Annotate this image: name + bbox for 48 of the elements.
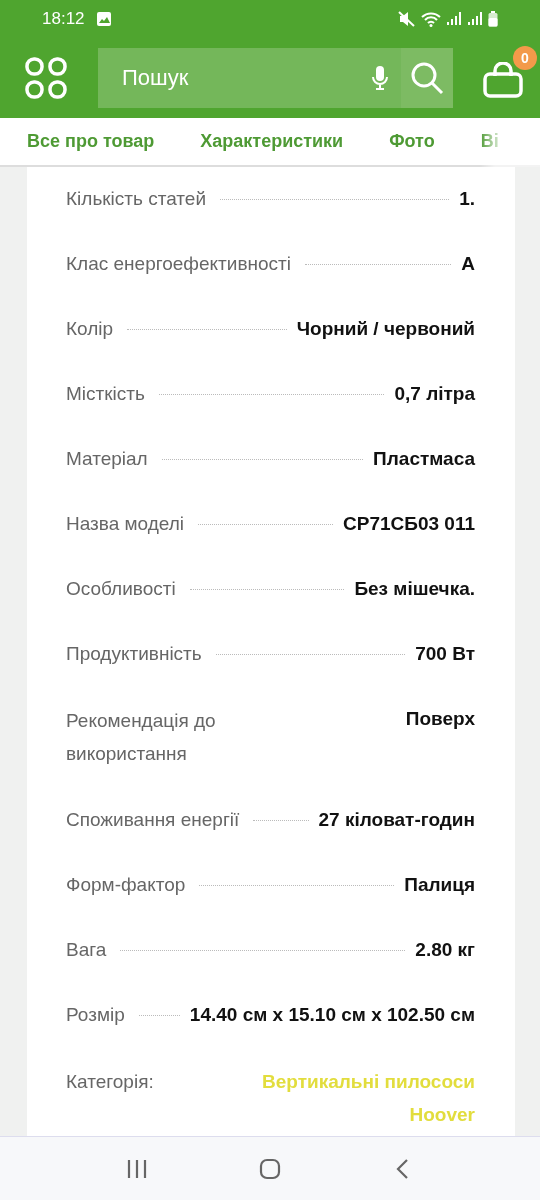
search-bar[interactable]: Пошук: [98, 47, 453, 108]
spec-label: Споживання енергії: [66, 808, 240, 832]
search-input[interactable]: Пошук: [120, 63, 371, 92]
spec-value: 14.40 см x 15.10 см x 102.50 см: [189, 1003, 475, 1027]
spec-value: 27 кіловат-годин: [318, 808, 475, 832]
spec-label: Рекомендація до використання: [66, 709, 217, 766]
spec-label: Назва моделі: [66, 512, 185, 536]
spec-label: Колір: [66, 317, 114, 341]
spec-label: Матеріал: [66, 447, 148, 471]
cart-count-badge: 0: [513, 45, 537, 70]
clock: 18:12: [42, 8, 85, 29]
spec-value: Палиця: [404, 873, 475, 897]
search-button[interactable]: [401, 47, 453, 108]
spec-value: Поверх: [405, 707, 475, 731]
search-icon: [410, 60, 444, 95]
spec-value: Пластмаса: [373, 447, 475, 471]
spec-label: Категорія:: [66, 1070, 154, 1094]
shopping-bag-icon[interactable]: [483, 61, 523, 98]
menu-icon[interactable]: [25, 56, 67, 99]
wifi-icon: [421, 10, 441, 27]
spec-label: Розмір: [66, 1003, 125, 1027]
image-icon: [95, 10, 112, 27]
mute-icon: [398, 10, 416, 27]
spec-label: Форм-фактор: [66, 873, 186, 897]
spec-label: Особливості: [66, 577, 176, 601]
tab[interactable]: Все про товар: [27, 131, 155, 152]
spec-label: Кількість статей: [66, 187, 206, 211]
spec-value: 2.80 кг: [415, 938, 475, 962]
spec-label: Клас енергоефективності: [66, 252, 291, 276]
spec-value: A: [461, 252, 475, 276]
spec-value: Без мішечка.: [354, 577, 475, 601]
signal-icon: [467, 10, 483, 27]
spec-value: Чорний / червоний: [296, 317, 475, 341]
spec-label: Продуктивність: [66, 642, 202, 666]
tab[interactable]: Характеристики: [200, 131, 344, 152]
battery-icon: [488, 10, 498, 27]
signal-icon: [446, 10, 462, 27]
tab[interactable]: Фото: [389, 131, 435, 152]
spec-value: 700 Вт: [415, 642, 475, 666]
spec-value: 0,7 літра: [394, 382, 475, 406]
spec-label: Місткість: [66, 382, 145, 406]
spec-value: 1.: [459, 187, 475, 211]
home-icon[interactable]: [259, 1157, 281, 1180]
spec-value: CP71СБ03 011: [343, 512, 475, 536]
tab[interactable]: Ві: [480, 131, 499, 152]
spec-label: Вага: [66, 938, 107, 962]
recent-apps-icon[interactable]: [125, 1157, 148, 1180]
microphone-icon[interactable]: [371, 64, 389, 91]
